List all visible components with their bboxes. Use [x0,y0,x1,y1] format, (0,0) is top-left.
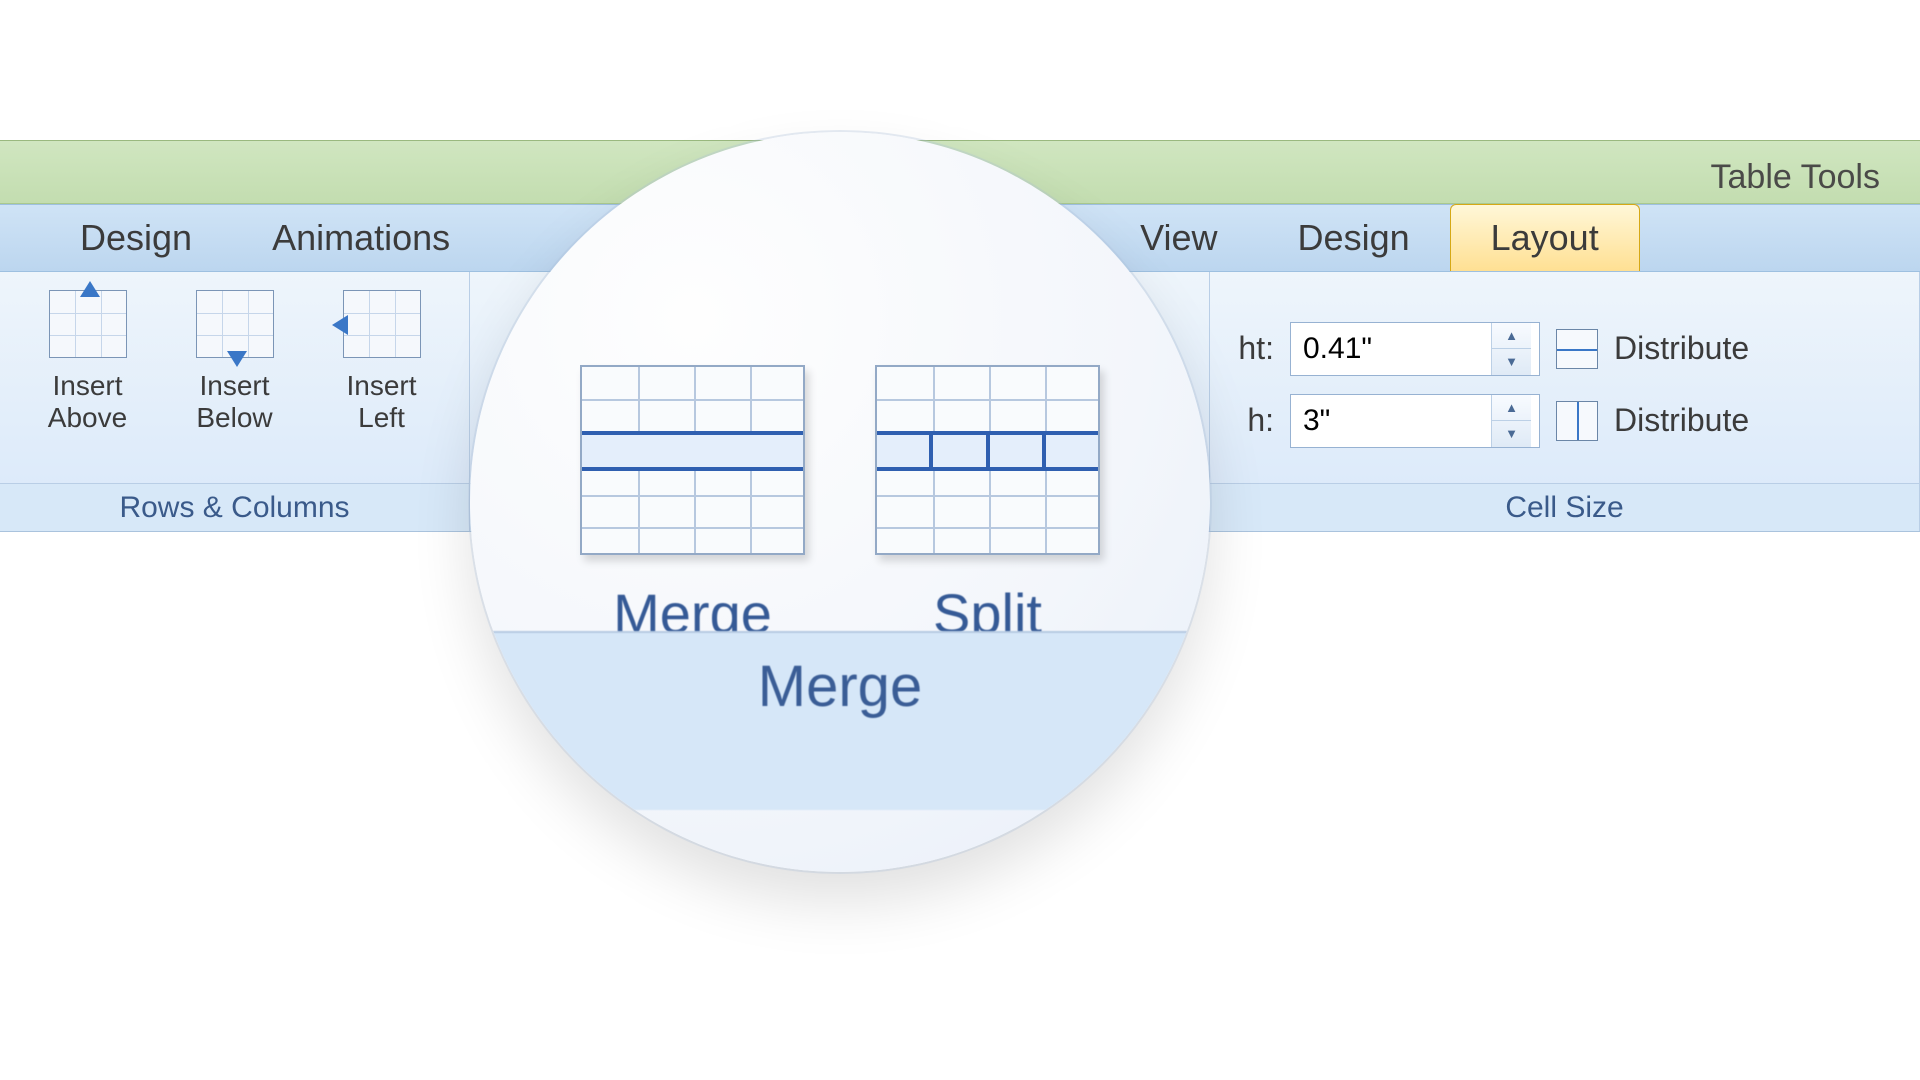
height-label-stub: ht: [1214,330,1274,367]
distribute-rows-icon [1556,329,1598,369]
width-label-stub: h: [1214,402,1274,439]
table-tools-label: Table Tools [1711,158,1881,197]
insert-below-button[interactable]: Insert Below [161,284,308,434]
width-spin-up[interactable]: ▲ [1492,395,1531,422]
distribute-cols-button[interactable]: Distribute [1614,402,1749,439]
insert-above-button[interactable]: Insert Above [14,284,161,434]
group-cell-size: ht: ▲ ▼ Distribute h: [1210,272,1920,531]
distribute-rows-button[interactable]: Distribute [1614,330,1749,367]
merge-cells-icon [580,365,805,555]
width-spinbox[interactable]: ▲ ▼ [1290,394,1540,448]
height-row: ht: ▲ ▼ Distribute [1214,322,1749,376]
insert-left-icon [343,290,421,358]
insert-above-label: Insert Above [48,370,127,434]
group-rows-columns: Insert Above Insert Below Insert Left Ro… [0,272,470,531]
width-row: h: ▲ ▼ Distribute [1214,394,1749,448]
insert-left-label: Insert Left [346,370,416,434]
insert-below-icon [196,290,274,358]
tab-design[interactable]: Design [40,205,232,271]
height-spinbox[interactable]: ▲ ▼ [1290,322,1540,376]
tab-design-tabletools[interactable]: Design [1258,205,1450,271]
distribute-cols-icon [1556,401,1598,441]
group-label-merge: Merge [470,631,1210,810]
height-spin-down[interactable]: ▼ [1492,349,1531,375]
tab-animations[interactable]: Animations [232,205,490,271]
group-label-cell-size: Cell Size [1210,483,1919,531]
height-input[interactable] [1291,323,1491,375]
insert-below-label: Insert Below [196,370,272,434]
group-label-rows-columns: Rows & Columns [0,483,469,531]
width-input[interactable] [1291,395,1491,447]
split-cells-icon [875,365,1100,555]
insert-left-button[interactable]: Insert Left [308,284,455,434]
insert-above-icon [49,290,127,358]
width-spin-down[interactable]: ▼ [1492,421,1531,447]
height-spin-up[interactable]: ▲ [1492,323,1531,350]
tab-layout[interactable]: Layout [1450,204,1640,271]
magnifier-bubble: Merge Cells Split Cells Merge [470,132,1210,872]
